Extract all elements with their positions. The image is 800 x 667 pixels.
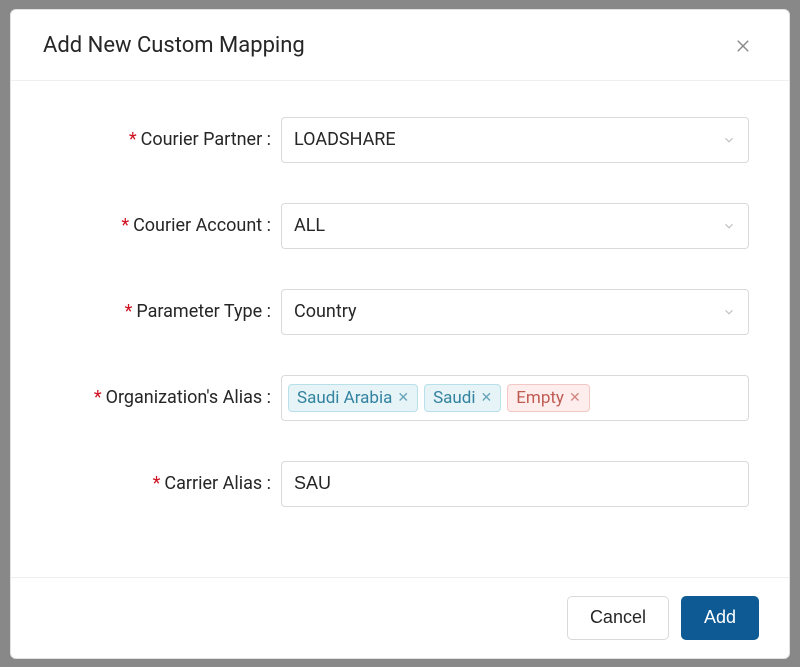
courier-partner-row: *Courier Partner : LOADSHARE (51, 117, 749, 163)
required-mark: * (94, 387, 102, 408)
courier-partner-label: *Courier Partner : (51, 129, 281, 150)
courier-account-value: ALL (294, 215, 722, 236)
alias-tag-text: Saudi (433, 388, 475, 408)
required-mark: * (125, 301, 133, 322)
organization-alias-row: *Organization's Alias : Saudi Arabia✕Sau… (51, 375, 749, 421)
cancel-button[interactable]: Cancel (567, 596, 669, 640)
chevron-down-icon (722, 133, 736, 147)
modal-footer: Cancel Add (11, 577, 789, 658)
close-button[interactable] (729, 32, 757, 60)
required-mark: * (129, 129, 137, 150)
alias-tag: Saudi ✕ (424, 384, 501, 412)
chevron-down-icon (722, 305, 736, 319)
required-mark: * (153, 473, 161, 494)
tag-remove-icon[interactable]: ✕ (397, 390, 409, 406)
add-custom-mapping-modal: Add New Custom Mapping *Courier Partner … (10, 9, 790, 659)
modal-header: Add New Custom Mapping (11, 10, 789, 81)
parameter-type-value: Country (294, 301, 722, 322)
carrier-alias-row: *Carrier Alias : (51, 461, 749, 507)
alias-tag: Empty ✕ (507, 384, 589, 412)
organization-alias-label: *Organization's Alias : (51, 387, 281, 408)
modal-title: Add New Custom Mapping (43, 33, 305, 58)
required-mark: * (121, 215, 129, 236)
parameter-type-row: *Parameter Type : Country (51, 289, 749, 335)
courier-partner-select[interactable]: LOADSHARE (281, 117, 749, 163)
organization-alias-input[interactable]: Saudi Arabia ✕ Saudi ✕ Empty ✕ (281, 375, 749, 421)
carrier-alias-input[interactable] (281, 461, 749, 507)
close-icon (734, 37, 752, 55)
parameter-type-select[interactable]: Country (281, 289, 749, 335)
courier-account-row: *Courier Account : ALL (51, 203, 749, 249)
add-button[interactable]: Add (681, 596, 759, 640)
chevron-down-icon (722, 219, 736, 233)
tag-remove-icon[interactable]: ✕ (569, 390, 581, 406)
modal-body: *Courier Partner : LOADSHARE *Courier Ac… (11, 81, 789, 577)
courier-partner-value: LOADSHARE (294, 129, 722, 150)
alias-tag-text: Empty (516, 388, 564, 408)
alias-tag-text: Saudi Arabia (297, 388, 392, 408)
courier-account-label: *Courier Account : (51, 215, 281, 236)
courier-account-select[interactable]: ALL (281, 203, 749, 249)
tag-remove-icon[interactable]: ✕ (481, 390, 493, 406)
alias-tag: Saudi Arabia ✕ (288, 384, 418, 412)
carrier-alias-label: *Carrier Alias : (51, 473, 281, 494)
parameter-type-label: *Parameter Type : (51, 301, 281, 322)
